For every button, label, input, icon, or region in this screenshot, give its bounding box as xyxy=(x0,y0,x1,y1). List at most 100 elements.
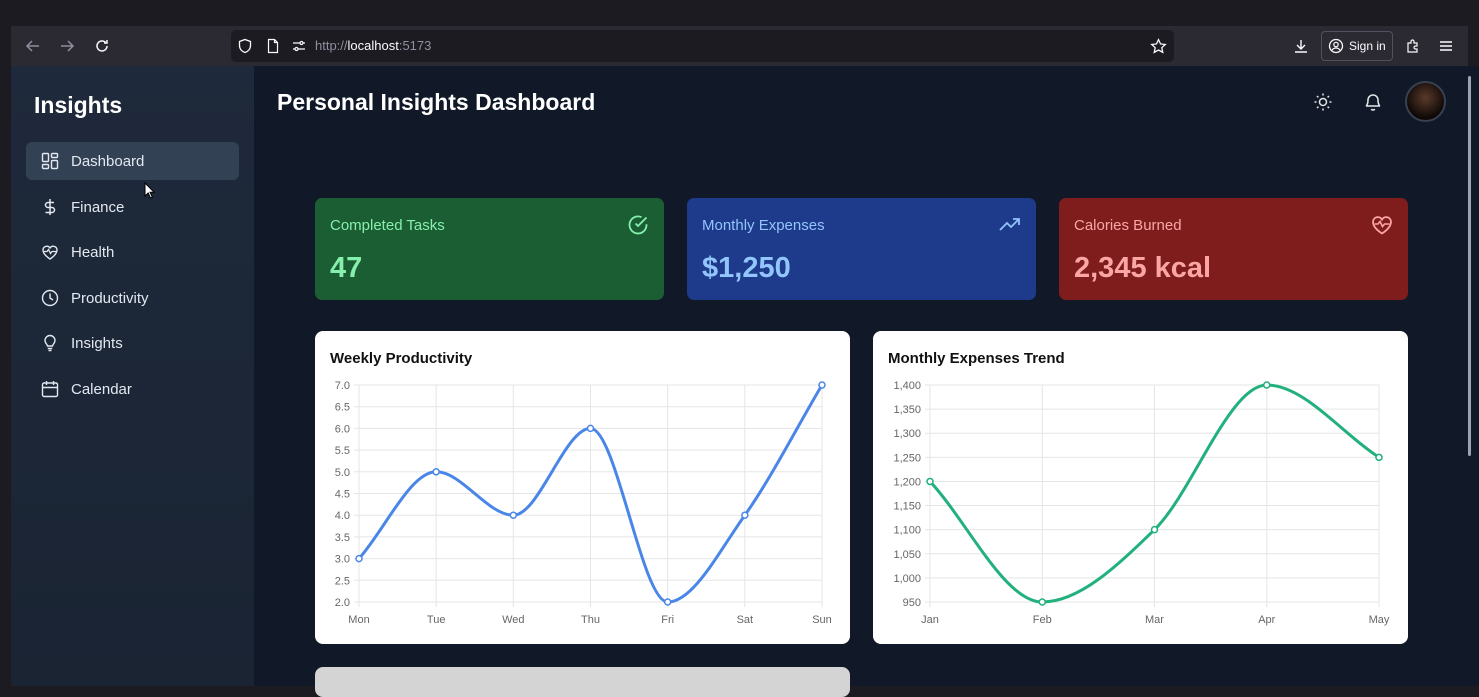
shield-icon[interactable] xyxy=(237,38,253,54)
data-point xyxy=(355,554,363,563)
y-tick-label: 3.5 xyxy=(335,532,350,544)
x-tick-label: Sun xyxy=(812,614,832,626)
sidebar-item-label: Calendar xyxy=(71,380,132,398)
y-tick-label: 4.5 xyxy=(335,489,350,501)
y-tick-label: 1,300 xyxy=(893,428,921,440)
stat-value: 47 xyxy=(330,252,363,284)
browser-toolbar: http://localhost:5173 Sign in xyxy=(11,26,1468,66)
sidebar-item-finance[interactable]: Finance xyxy=(26,188,239,226)
sidebar-brand: Insights xyxy=(34,92,123,118)
y-tick-label: 1,000 xyxy=(893,573,921,585)
stat-value: 2,345 kcal xyxy=(1074,252,1212,284)
data-point xyxy=(1038,598,1046,606)
x-tick-label: Feb xyxy=(1033,614,1052,626)
stat-title: Monthly Expenses xyxy=(702,217,825,234)
data-point xyxy=(1263,381,1271,389)
data-point xyxy=(926,477,934,486)
stat-title: Completed Tasks xyxy=(330,217,445,234)
y-tick-label: 5.0 xyxy=(335,467,350,479)
page-title: Personal Insights Dashboard xyxy=(277,89,596,115)
stat-card-calories-burned: Calories Burned 2,345 kcal xyxy=(1059,198,1408,300)
reload-icon[interactable] xyxy=(90,34,114,58)
y-tick-label: 2.5 xyxy=(335,575,350,587)
heart-pulse-icon xyxy=(1372,216,1392,235)
forward-icon[interactable] xyxy=(55,34,79,58)
y-tick-label: 1,250 xyxy=(893,452,921,464)
clock-icon xyxy=(41,289,59,307)
sign-in-label: Sign in xyxy=(1349,39,1386,53)
stat-title: Calories Burned xyxy=(1074,217,1182,234)
data-point xyxy=(818,381,826,389)
bookmark-star-icon[interactable] xyxy=(1150,38,1167,55)
back-icon[interactable] xyxy=(21,34,45,58)
sign-in-button[interactable]: Sign in xyxy=(1321,31,1393,61)
data-point xyxy=(432,468,440,476)
sidebar-item-health[interactable]: Health xyxy=(26,233,239,271)
sidebar-item-label: Productivity xyxy=(71,289,149,307)
window-top-strip xyxy=(0,0,1479,26)
stat-value: $1,250 xyxy=(702,252,791,284)
trending-up-icon xyxy=(999,218,1020,231)
data-point xyxy=(663,598,672,606)
page-icon[interactable] xyxy=(265,38,281,54)
y-tick-label: 4.0 xyxy=(335,510,350,522)
sidebar-item-label: Finance xyxy=(71,198,125,216)
data-point xyxy=(1375,453,1383,462)
sidebar-item-dashboard[interactable]: Dashboard xyxy=(26,142,239,180)
calendar-icon xyxy=(41,381,59,398)
chart-card-weekly-productivity: Weekly Productivity 2.0 2.5 3.0 3.5 4.0 4.5 5.… xyxy=(315,331,850,644)
y-tick-label: 2.0 xyxy=(335,597,350,609)
menu-icon[interactable] xyxy=(1434,34,1458,58)
data-point xyxy=(586,424,595,433)
y-tick-label: 1,150 xyxy=(893,501,921,513)
weekly-productivity-chart: 2.0 2.5 3.0 3.5 4.0 4.5 5.0 5.5 6.0 6.5 7.0 Mon Tue W… xyxy=(335,380,832,626)
page-scrollbar[interactable] xyxy=(1465,66,1479,686)
heart-pulse-icon xyxy=(42,245,58,260)
x-tick-label: May xyxy=(1369,614,1390,626)
sidebar-item-productivity[interactable]: Productivity xyxy=(26,279,239,317)
download-icon[interactable] xyxy=(1289,34,1313,58)
url-bar[interactable]: http://localhost:5173 xyxy=(231,30,1174,62)
stat-card-completed-tasks: Completed Tasks 47 xyxy=(315,198,664,300)
y-tick-label: 1,200 xyxy=(893,476,921,488)
x-tick-label: Apr xyxy=(1258,614,1275,626)
x-tick-label: Mon xyxy=(348,614,369,626)
x-tick-label: Sat xyxy=(737,614,754,626)
avatar[interactable] xyxy=(1405,81,1446,122)
sidebar: Insights Dashboard Finance Health Produc… xyxy=(11,66,254,686)
sidebar-item-calendar[interactable]: Calendar xyxy=(26,370,239,408)
permissions-icon[interactable] xyxy=(291,38,307,54)
extensions-icon[interactable] xyxy=(1401,34,1425,58)
url-port: :5173 xyxy=(398,38,432,53)
url-prefix: http:// xyxy=(315,38,348,53)
x-tick-label: Mar xyxy=(1145,614,1164,626)
main-content: Personal Insights Dashboard Completed Ta… xyxy=(254,66,1465,697)
bell-icon[interactable] xyxy=(1361,90,1385,114)
y-tick-label: 1,050 xyxy=(893,549,921,561)
y-tick-label: 5.5 xyxy=(335,445,350,457)
dashboard-icon xyxy=(41,152,59,170)
url-host: localhost xyxy=(347,38,399,53)
data-point xyxy=(509,511,518,519)
scrollbar-thumb[interactable] xyxy=(1468,76,1471,456)
x-tick-label: Thu xyxy=(581,614,600,626)
x-tick-label: Jan xyxy=(921,614,939,626)
chart-card-monthly-expenses-trend: Monthly Expenses Trend 950 1,000 1,050 1,10… xyxy=(873,331,1408,644)
sun-icon[interactable] xyxy=(1311,90,1335,114)
dollar-icon xyxy=(44,199,56,215)
account-icon xyxy=(1328,38,1344,54)
y-tick-label: 950 xyxy=(903,597,921,609)
sidebar-item-label: Dashboard xyxy=(71,152,145,170)
x-tick-label: Fri xyxy=(661,614,674,626)
header: Personal Insights Dashboard xyxy=(254,66,1465,140)
sidebar-item-label: Health xyxy=(71,243,115,261)
y-tick-label: 1,400 xyxy=(893,380,921,392)
url-text[interactable]: http://localhost:5173 xyxy=(315,38,431,53)
sidebar-item-insights[interactable]: Insights xyxy=(26,324,239,362)
data-point xyxy=(1150,525,1159,534)
y-tick-label: 7.0 xyxy=(335,380,350,392)
lightbulb-icon xyxy=(44,334,56,352)
stat-card-monthly-expenses: Monthly Expenses $1,250 xyxy=(687,198,1036,300)
monthly-expenses-trend-chart: 950 1,000 1,050 1,100 1,150 1,200 1,250 1,300 1,… xyxy=(893,380,1390,626)
y-tick-label: 3.0 xyxy=(335,554,350,566)
